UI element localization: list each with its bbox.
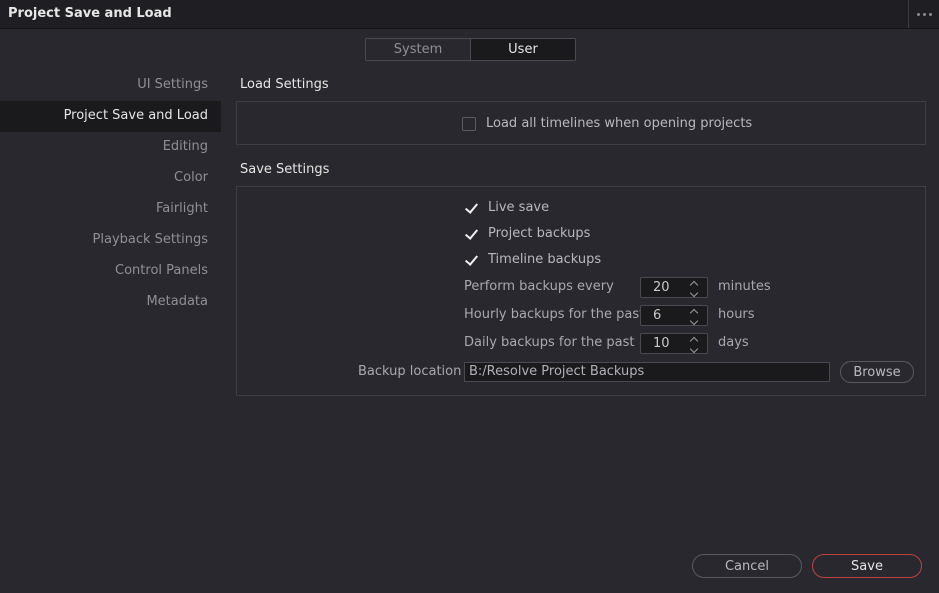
stepper-arrows-icon[interactable] <box>689 335 699 354</box>
backup-location-input[interactable]: B:/Resolve Project Backups <box>464 362 830 382</box>
hourly-backups-stepper[interactable]: 6 <box>640 305 708 326</box>
browse-button[interactable]: Browse <box>840 361 914 383</box>
sidebar-item-color[interactable]: Color <box>0 163 221 194</box>
more-options-icon[interactable] <box>908 0 939 28</box>
daily-backups-unit: days <box>718 335 749 350</box>
title-bar: Project Save and Load <box>0 0 939 29</box>
project-backups-label: Project backups <box>488 226 591 241</box>
daily-backups-value: 10 <box>653 336 670 351</box>
sidebar-item-editing[interactable]: Editing <box>0 132 221 163</box>
preferences-window: Project Save and Load System User UI Set… <box>0 0 939 593</box>
load-all-timelines-row[interactable]: Load all timelines when opening projects <box>462 116 752 131</box>
save-button[interactable]: Save <box>812 554 922 578</box>
perform-backups-label: Perform backups every <box>464 279 614 294</box>
tab-user[interactable]: User <box>471 39 575 60</box>
hourly-backups-value: 6 <box>653 308 662 323</box>
sidebar-item-ui-settings[interactable]: UI Settings <box>0 70 221 101</box>
hourly-backups-unit: hours <box>718 307 755 322</box>
perform-backups-stepper[interactable]: 20 <box>640 277 708 298</box>
sidebar-item-playback-settings[interactable]: Playback Settings <box>0 225 221 256</box>
load-settings-heading: Load Settings <box>240 77 329 92</box>
sidebar-item-metadata[interactable]: Metadata <box>0 287 221 318</box>
sidebar-item-control-panels[interactable]: Control Panels <box>0 256 221 287</box>
timeline-backups-row[interactable]: Timeline backups <box>464 252 601 267</box>
timeline-backups-checkbox[interactable] <box>464 253 478 267</box>
backup-location-label: Backup location <box>358 364 462 379</box>
daily-backups-label: Daily backups for the past <box>464 335 635 350</box>
perform-backups-value: 20 <box>653 280 670 295</box>
load-all-timelines-label: Load all timelines when opening projects <box>486 116 753 131</box>
live-save-checkbox[interactable] <box>464 201 478 215</box>
live-save-row[interactable]: Live save <box>464 200 549 215</box>
project-backups-row[interactable]: Project backups <box>464 226 590 241</box>
window-title: Project Save and Load <box>8 6 172 21</box>
tab-system[interactable]: System <box>366 39 471 60</box>
system-user-toggle: System User <box>365 38 576 61</box>
settings-sidebar: UI Settings Project Save and Load Editin… <box>0 70 221 318</box>
cancel-button[interactable]: Cancel <box>692 554 802 578</box>
stepper-arrows-icon[interactable] <box>689 307 699 326</box>
timeline-backups-label: Timeline backups <box>488 252 602 267</box>
project-backups-checkbox[interactable] <box>464 227 478 241</box>
daily-backups-stepper[interactable]: 10 <box>640 333 708 354</box>
sidebar-item-fairlight[interactable]: Fairlight <box>0 194 221 225</box>
save-settings-heading: Save Settings <box>240 162 330 177</box>
perform-backups-unit: minutes <box>718 279 771 294</box>
load-all-timelines-checkbox[interactable] <box>462 116 476 131</box>
stepper-arrows-icon[interactable] <box>689 279 699 298</box>
load-settings-panel: Load all timelines when opening projects <box>236 101 926 145</box>
sidebar-item-project-save-and-load[interactable]: Project Save and Load <box>0 101 221 132</box>
hourly-backups-label: Hourly backups for the past <box>464 307 645 322</box>
live-save-label: Live save <box>488 200 550 215</box>
